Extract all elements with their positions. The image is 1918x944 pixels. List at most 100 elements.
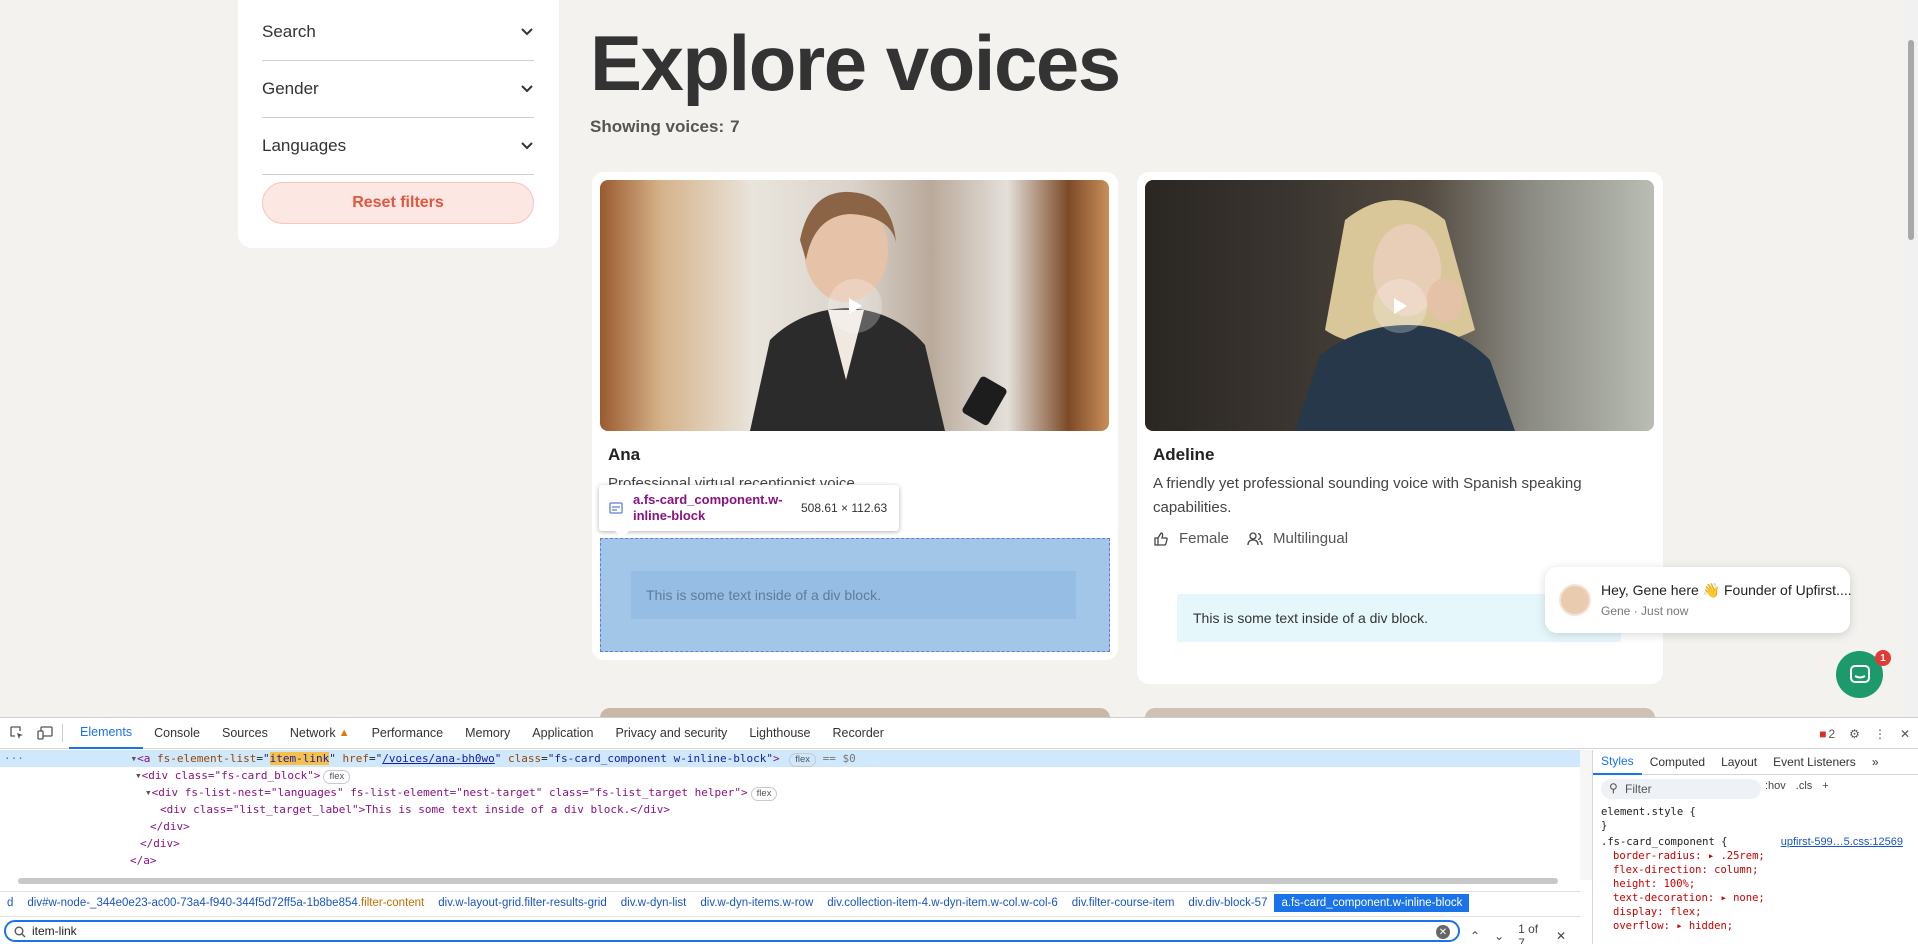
dom-node-selected[interactable]: ··· ▾<a fs-element-list="item-link" href… xyxy=(0,750,1580,767)
css-property[interactable]: border-radius: ▸ .25rem; xyxy=(1601,849,1911,863)
search-icon xyxy=(14,926,26,938)
dom-node[interactable]: </div> xyxy=(140,835,180,852)
css-property[interactable]: flex-direction: column; xyxy=(1601,863,1911,877)
tab-application[interactable]: Application xyxy=(521,718,604,749)
breadcrumb-item[interactable]: div.collection-item-4.w-dyn-item.w-col.w… xyxy=(820,897,1064,909)
breadcrumb-item[interactable]: div#w-node-_344e0e23-ac00-73a4-f940-344f… xyxy=(20,897,431,909)
tab-network[interactable]: Network ▲ xyxy=(279,718,361,749)
page-title: Explore voices xyxy=(590,19,1121,107)
tooltip-size: 508.61 × 112.63 xyxy=(801,501,888,515)
flex-badge[interactable]: flex xyxy=(323,770,351,784)
list-target-label: This is some text inside of a div block. xyxy=(631,571,1076,619)
device-toolbar-icon[interactable] xyxy=(34,722,56,744)
more-vertical-icon[interactable]: ⋮ xyxy=(1874,727,1886,741)
tab-memory[interactable]: Memory xyxy=(454,718,521,749)
tab-recorder[interactable]: Recorder xyxy=(821,718,894,749)
close-icon[interactable]: ✕ xyxy=(1900,727,1910,741)
scrollbar-thumb[interactable] xyxy=(1908,40,1914,240)
elements-hscrollbar[interactable] xyxy=(18,878,1558,884)
css-property[interactable]: overflow: ▸ hidden; xyxy=(1601,919,1911,933)
dom-node[interactable]: </div> xyxy=(150,818,190,835)
css-property[interactable]: display: flex; xyxy=(1601,905,1911,919)
flex-badge[interactable]: flex xyxy=(789,753,817,767)
devtools-tabbar: Elements Console Sources Network ▲ Perfor… xyxy=(0,718,1918,749)
class-toggle[interactable]: .cls xyxy=(1796,780,1813,792)
search-navigation: ⌃ ⌄ 1 of 7 ✕ xyxy=(1470,922,1580,944)
element-icon xyxy=(609,502,623,514)
settings-gear-icon[interactable]: ⚙ xyxy=(1849,727,1860,741)
breadcrumb-item[interactable]: div.div-block-57 xyxy=(1181,897,1274,909)
tab-styles[interactable]: Styles xyxy=(1593,750,1642,775)
clear-icon[interactable]: ✕ xyxy=(1436,925,1450,939)
next-match-icon[interactable]: ⌄ xyxy=(1494,929,1504,943)
tab-computed[interactable]: Computed xyxy=(1642,750,1713,775)
breadcrumb-item[interactable]: div.filter-course-item xyxy=(1065,897,1182,909)
flex-badge[interactable]: flex xyxy=(750,787,778,801)
add-rule-button[interactable]: + xyxy=(1822,780,1828,792)
inspect-element-icon[interactable] xyxy=(6,722,28,744)
voice-photo xyxy=(600,180,1109,431)
filter-languages[interactable]: Languages xyxy=(262,118,534,175)
chat-popup[interactable]: Hey, Gene here 👋 Founder of Upfirst.... … xyxy=(1545,567,1852,633)
breadcrumb-item[interactable]: div.w-dyn-items.w-row xyxy=(693,897,820,909)
chat-notification-badge: 1 xyxy=(1875,650,1891,666)
avatar xyxy=(1559,584,1591,616)
dom-search-input[interactable]: item-link ✕ xyxy=(4,920,1460,942)
tab-event-listeners[interactable]: Event Listeners xyxy=(1765,750,1864,775)
breadcrumb: d div#w-node-_344e0e23-ac00-73a4-f940-34… xyxy=(0,891,1580,913)
tab-elements[interactable]: Elements xyxy=(69,718,144,749)
tab-console[interactable]: Console xyxy=(143,718,211,749)
tooltip-selector: a.fs-card_component.w-inline-block xyxy=(633,492,783,523)
dom-node[interactable]: ▾<div class="fs-card_block"> flex xyxy=(135,767,351,784)
dom-node[interactable]: </a> xyxy=(130,852,157,869)
chat-message: Hey, Gene here 👋 Founder of Upfirst.... xyxy=(1601,582,1852,598)
breadcrumb-item[interactable]: div.w-layout-grid.filter-results-grid xyxy=(431,897,614,909)
warning-icon: ▲ xyxy=(338,727,350,739)
hover-state-toggle[interactable]: :hov xyxy=(1765,780,1786,792)
filter-panel: Search Gender Languages Reset filters xyxy=(238,0,559,248)
page-scrollbar[interactable] xyxy=(1904,0,1918,717)
play-button[interactable] xyxy=(1372,278,1427,333)
styles-rules: element.style { } .fs-card_component { u… xyxy=(1601,805,1911,933)
breadcrumb-item[interactable]: div.w-dyn-list xyxy=(614,897,694,909)
chevron-down-icon xyxy=(520,25,534,39)
css-property[interactable]: text-decoration: ▸ none; xyxy=(1601,891,1911,905)
css-property[interactable]: height: 100%; xyxy=(1601,877,1911,891)
breadcrumb-item[interactable]: d xyxy=(0,897,20,909)
href-link[interactable]: /voices/ana-bh0wo xyxy=(382,752,495,765)
chevron-down-icon xyxy=(520,82,534,96)
inspect-highlight-overlay: This is some text inside of a div block. xyxy=(600,538,1110,652)
tab-performance[interactable]: Performance xyxy=(361,718,455,749)
voice-description: A friendly yet professional sounding voi… xyxy=(1153,475,1582,516)
tab-sources[interactable]: Sources xyxy=(211,718,279,749)
more-tabs-icon[interactable]: » xyxy=(1864,750,1887,775)
error-count-badge[interactable]: ■ 2 xyxy=(1819,727,1835,741)
voice-name: Ana xyxy=(608,445,641,464)
tab-network-label: Network xyxy=(289,726,336,740)
error-count: 2 xyxy=(1828,726,1836,741)
dom-node[interactable]: ▾<div fs-list-nest="languages" fs-list-e… xyxy=(145,784,778,801)
showing-value: 7 xyxy=(730,117,740,136)
showing-count: Showing voices: 7 xyxy=(590,117,740,137)
filter-gender[interactable]: Gender xyxy=(262,61,534,118)
page-viewport: Search Gender Languages Reset filters Ex… xyxy=(0,0,1918,717)
chat-icon xyxy=(1849,664,1870,683)
chevron-down-icon xyxy=(520,139,534,153)
tab-privacy[interactable]: Privacy and security xyxy=(604,718,738,749)
dom-node[interactable]: <div class="list_target_label">This is s… xyxy=(160,801,670,818)
next-card-preview xyxy=(600,708,1110,717)
tab-layout[interactable]: Layout xyxy=(1713,750,1765,775)
breadcrumb-item-active[interactable]: a.fs-card_component.w-inline-block xyxy=(1274,893,1470,912)
styles-filter-input[interactable]: ⚲ Filter xyxy=(1601,779,1761,799)
tab-lighthouse[interactable]: Lighthouse xyxy=(738,718,821,749)
previous-match-icon[interactable]: ⌃ xyxy=(1470,929,1480,943)
search-match: item-link xyxy=(269,752,330,765)
play-button[interactable] xyxy=(827,278,882,333)
rule-source-link[interactable]: upfirst-599…5.css:12569 xyxy=(1781,835,1903,849)
reset-filters-button[interactable]: Reset filters xyxy=(262,182,534,224)
elements-scrollbar[interactable] xyxy=(1580,750,1592,880)
filter-search[interactable]: Search xyxy=(262,4,534,61)
filter-icon: ⚲ xyxy=(1609,781,1618,795)
styles-tabbar: Styles Computed Layout Event Listeners » xyxy=(1593,750,1918,775)
close-search-icon[interactable]: ✕ xyxy=(1556,929,1566,943)
